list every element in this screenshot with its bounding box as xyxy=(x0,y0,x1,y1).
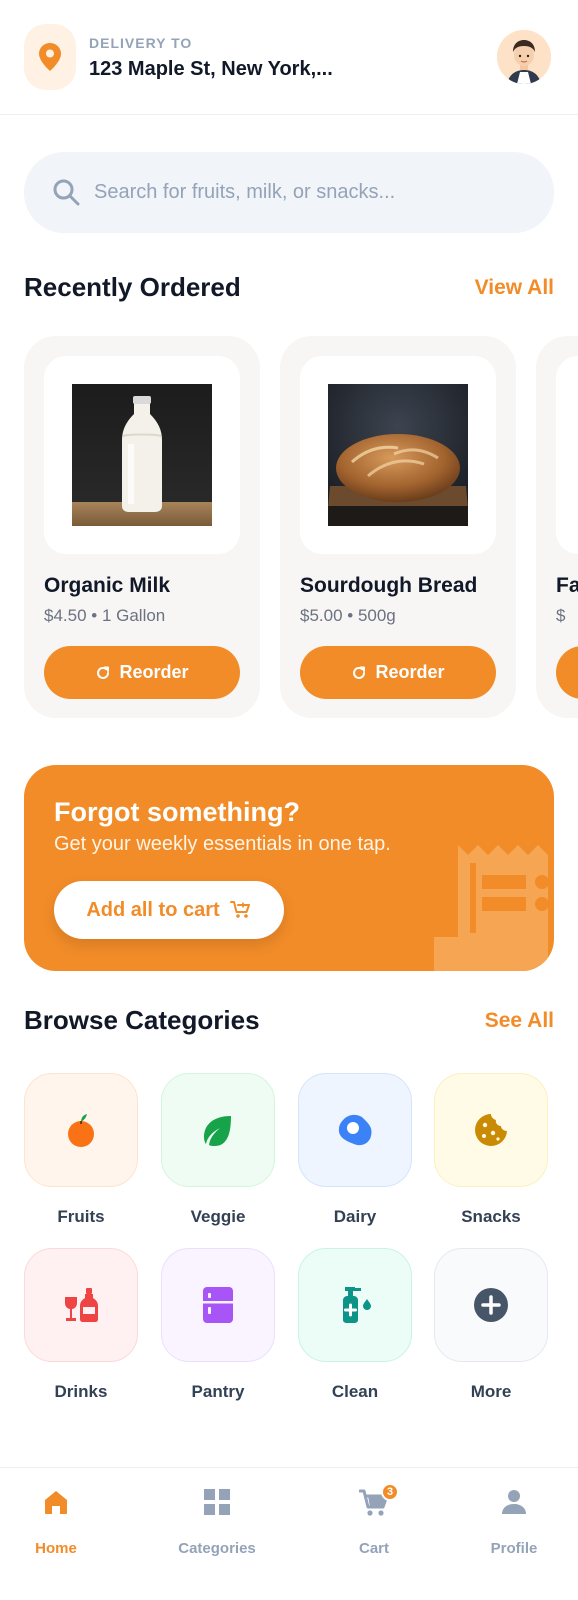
category-pantry[interactable]: Pantry xyxy=(161,1248,275,1402)
reorder-button[interactable]: Reorder xyxy=(300,646,496,699)
recent-item-card[interactable]: Fa $ xyxy=(536,336,578,718)
product-image-frame xyxy=(300,356,496,554)
category-tile[interactable] xyxy=(434,1248,548,1362)
add-all-label: Add all to cart xyxy=(86,898,220,921)
search-bar[interactable] xyxy=(24,152,554,233)
category-tile[interactable] xyxy=(161,1073,275,1187)
category-label: More xyxy=(470,1382,512,1401)
category-dairy[interactable]: Dairy xyxy=(298,1073,412,1227)
delivery-address[interactable]: 123 Maple St, New York,... xyxy=(89,58,333,81)
category-clean[interactable]: Clean xyxy=(298,1248,412,1402)
category-drinks[interactable]: Drinks xyxy=(24,1248,138,1402)
search-icon xyxy=(53,179,80,206)
category-snacks[interactable]: Snacks xyxy=(434,1073,548,1227)
category-tile[interactable] xyxy=(24,1073,138,1187)
soap-icon xyxy=(343,1287,371,1323)
product-name: Fa xyxy=(556,574,578,597)
delivery-label: DELIVERY TO xyxy=(89,35,193,51)
product-meta: $ xyxy=(556,606,566,625)
category-more[interactable]: More xyxy=(434,1248,548,1402)
category-label: Pantry xyxy=(191,1382,245,1401)
category-label: Clean xyxy=(331,1382,379,1401)
category-label: Veggie xyxy=(190,1207,246,1226)
nav-label: Categories xyxy=(178,1540,256,1557)
category-label: Dairy xyxy=(333,1207,377,1226)
see-all-link[interactable]: See All xyxy=(485,1009,554,1033)
refresh-icon xyxy=(97,666,110,679)
product-name: Sourdough Bread xyxy=(300,574,478,597)
reorder-button[interactable]: Reorder xyxy=(44,646,240,699)
category-tile[interactable] xyxy=(298,1073,412,1187)
cart-plus-icon xyxy=(229,901,250,918)
nav-label: Home xyxy=(35,1540,77,1557)
milk-image xyxy=(72,384,212,526)
category-label: Fruits xyxy=(57,1207,105,1226)
nav-cart[interactable]: 3 Cart xyxy=(314,1468,434,1568)
drinks-icon xyxy=(65,1288,98,1322)
nav-home[interactable]: Home xyxy=(0,1468,116,1568)
product-image-frame xyxy=(556,356,578,554)
category-tile[interactable] xyxy=(298,1248,412,1362)
cart-badge: 3 xyxy=(381,1483,399,1501)
nav-profile[interactable]: Profile xyxy=(454,1468,574,1568)
leaf-icon xyxy=(204,1116,231,1146)
category-veggie[interactable]: Veggie xyxy=(161,1073,275,1227)
grid-icon xyxy=(204,1489,230,1515)
nav-label: Profile xyxy=(490,1540,538,1557)
search-input[interactable] xyxy=(94,152,514,233)
home-icon xyxy=(45,1491,67,1514)
refresh-icon xyxy=(353,666,366,679)
nav-label: Cart xyxy=(358,1540,389,1557)
recent-item-card[interactable]: Organic Milk $4.50 • 1 Gallon Reorder xyxy=(24,336,260,718)
app-header: DELIVERY TO 123 Maple St, New York,... xyxy=(0,0,578,115)
bottom-nav: Home Categories 3 Cart Profile xyxy=(0,1467,578,1600)
avatar[interactable] xyxy=(495,28,553,86)
product-image-frame xyxy=(44,356,240,554)
reorder-button[interactable] xyxy=(556,646,578,699)
cart-icon-wrap: 3 xyxy=(358,1483,399,1518)
category-fruits[interactable]: Fruits xyxy=(24,1073,138,1227)
promo-subtitle: Get your weekly essentials in one tap. xyxy=(54,833,391,855)
reorder-label: Reorder xyxy=(119,662,189,682)
egg-icon xyxy=(338,1114,372,1146)
category-tile[interactable] xyxy=(24,1248,138,1362)
categories-section-title: Browse Categories xyxy=(24,1005,260,1035)
recent-section-title: Recently Ordered xyxy=(24,272,241,302)
fruit-icon xyxy=(68,1114,94,1147)
nav-categories[interactable]: Categories xyxy=(157,1468,277,1568)
view-all-link[interactable]: View All xyxy=(475,276,554,300)
product-meta: $4.50 • 1 Gallon xyxy=(44,606,166,625)
user-icon xyxy=(502,1490,526,1514)
bread-image xyxy=(328,384,468,526)
promo-banner: Forgot something? Get your weekly essent… xyxy=(24,765,554,971)
location-button[interactable] xyxy=(24,24,76,90)
plus-circle-icon xyxy=(474,1288,508,1322)
user-avatar-icon xyxy=(497,30,551,84)
promo-title: Forgot something? xyxy=(54,797,300,827)
recent-item-card[interactable]: Sourdough Bread $5.00 • 500g Reorder xyxy=(280,336,516,718)
category-label: Drinks xyxy=(54,1382,108,1401)
pantry-icon xyxy=(203,1287,233,1323)
receipt-icon xyxy=(434,835,554,971)
category-tile[interactable] xyxy=(434,1073,548,1187)
cookie-icon xyxy=(475,1114,507,1146)
product-meta: $5.00 • 500g xyxy=(300,606,396,625)
category-label: Snacks xyxy=(461,1207,521,1226)
category-tile[interactable] xyxy=(161,1248,275,1362)
reorder-label: Reorder xyxy=(375,662,445,682)
product-name: Organic Milk xyxy=(44,574,171,597)
add-all-to-cart-button[interactable]: Add all to cart xyxy=(54,881,284,939)
recent-item-card-clip: Fa $ xyxy=(536,336,578,718)
map-pin-icon xyxy=(39,43,61,71)
